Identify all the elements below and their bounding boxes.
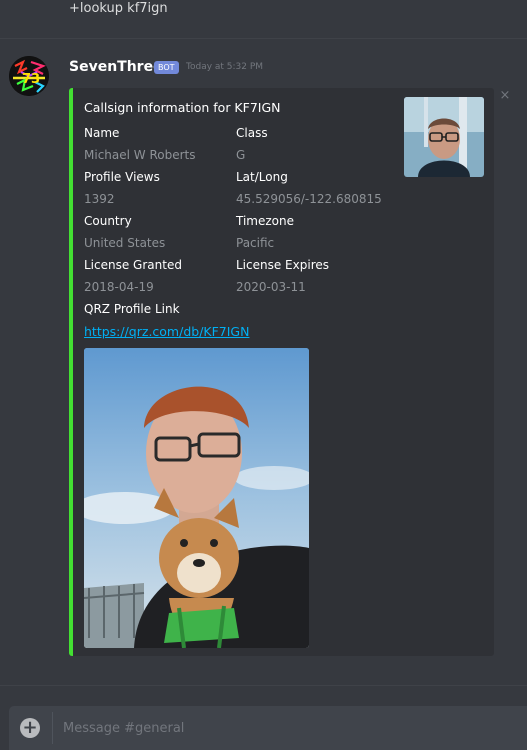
field-label-name: Name — [84, 126, 120, 140]
embed-close-icon[interactable]: × — [498, 88, 512, 103]
field-label-timezone: Timezone — [236, 214, 294, 228]
qrz-profile-link[interactable]: https://qrz.com/db/KF7IGN — [84, 324, 249, 339]
field-label-class: Class — [236, 126, 268, 140]
field-value-lat-long: 45.529056/-122.680815 — [236, 192, 382, 206]
author-name[interactable]: SevenThree — [69, 59, 163, 75]
field-label-license-expires: License Expires — [236, 258, 329, 272]
bot-badge: BOT — [154, 61, 179, 74]
field-value-profile-views: 1392 — [84, 192, 115, 206]
field-label-country: Country — [84, 214, 132, 228]
embed-thumbnail[interactable] — [404, 97, 484, 177]
embed-title: Callsign information for KF7IGN — [84, 100, 281, 115]
bot-avatar[interactable]: 73 — [9, 56, 49, 96]
field-label-lat-long: Lat/Long — [236, 170, 288, 184]
svg-text:73: 73 — [22, 72, 40, 87]
field-value-class: G — [236, 148, 246, 162]
field-label-qrz-profile: QRZ Profile Link — [84, 302, 180, 316]
message-timestamp: Today at 5:32 PM — [186, 62, 264, 72]
field-value-license-expires: 2020-03-11 — [236, 280, 306, 294]
field-value-country: United States — [84, 236, 166, 250]
embed-image[interactable] — [84, 348, 309, 648]
field-value-name: Michael W Roberts — [84, 148, 196, 162]
previous-message-text: +lookup kf7ign — [69, 1, 168, 16]
message-composer: + — [9, 706, 527, 750]
message-divider — [0, 38, 527, 39]
field-value-timezone: Pacific — [236, 236, 275, 250]
composer-separator — [52, 712, 53, 744]
field-value-license-granted: 2018-04-19 — [84, 280, 154, 294]
chat-page: +lookup kf7ign 73 SevenThree BOT Today a… — [0, 0, 527, 750]
callsign-embed: Callsign information for KF7IGN Name Cla… — [69, 88, 494, 656]
message-input[interactable] — [63, 716, 503, 740]
add-attachment-button[interactable]: + — [20, 718, 40, 738]
field-label-profile-views: Profile Views — [84, 170, 160, 184]
composer-divider — [0, 685, 527, 686]
embed-accent-bar — [69, 88, 73, 656]
field-label-license-granted: License Granted — [84, 258, 182, 272]
